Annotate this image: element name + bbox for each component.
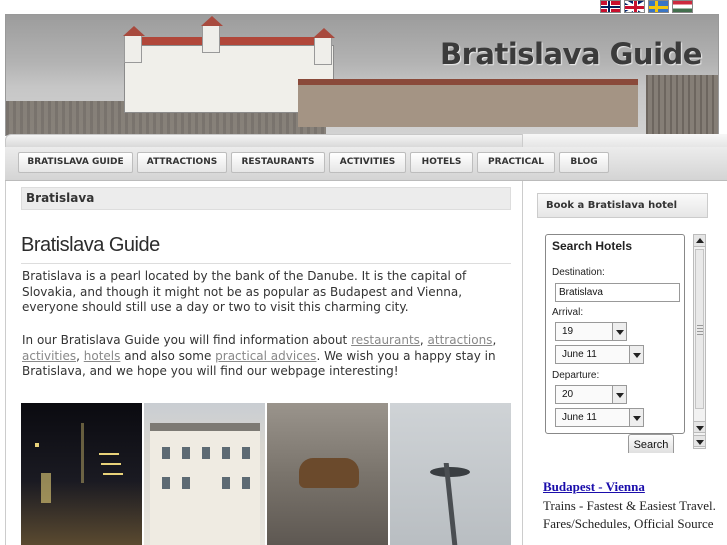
arrival-day-select[interactable]: 19 [555, 322, 627, 341]
guide-text-start: In our Bratislava Guide you will find in… [22, 333, 352, 347]
scroll-down-icon[interactable] [694, 435, 705, 447]
photo-strip [21, 403, 513, 545]
guide-text-mid: and also some [120, 348, 216, 363]
nav-item-activities[interactable]: ACTIVITIES [329, 152, 406, 173]
hotel-search-widget: Search Hotels Destination: Bratislava Ar… [545, 234, 685, 434]
search-button[interactable]: Search [628, 434, 674, 453]
arrival-day-value: 19 [562, 326, 574, 337]
text-ad: Budapest - Vienna Trains - Fastest & Eas… [543, 478, 723, 533]
guide-paragraph: In our Bratislava Guide you will find in… [22, 333, 514, 380]
arrival-label: Arrival: [552, 307, 584, 318]
header-underbar-right [522, 134, 727, 148]
guide-text-sep: , [76, 348, 84, 363]
uk-flag-icon[interactable] [624, 0, 645, 13]
main-nav: BRATISLAVA GUIDE ATTRACTIONS RESTAURANTS… [5, 147, 727, 181]
departure-day-value: 20 [562, 389, 574, 400]
hungary-flag-icon[interactable] [672, 0, 693, 13]
activities-link[interactable]: activities [22, 349, 76, 363]
hotels-link[interactable]: hotels [84, 349, 121, 363]
destination-label: Destination: [552, 267, 605, 278]
castle-tower [123, 26, 145, 63]
departure-day-select[interactable]: 20 [555, 385, 627, 404]
language-bar [0, 0, 727, 14]
chevron-down-icon [629, 346, 643, 363]
castle-tower [313, 28, 335, 65]
header-banner: Bratislava Guide [5, 14, 719, 136]
scroll-down-icon[interactable] [694, 421, 705, 433]
page-title: Bratislava Guide [21, 234, 511, 264]
language-flags [600, 0, 693, 13]
sidebar: Book a Bratislava hotel Search Hotels De… [522, 181, 727, 545]
destination-input[interactable]: Bratislava [555, 283, 680, 302]
norway-flag-icon[interactable] [600, 0, 621, 13]
palace-photo[interactable] [144, 403, 265, 545]
widget-scrollbar[interactable] [693, 234, 706, 449]
night-city-photo[interactable] [21, 403, 142, 545]
main-content: Bratislava Bratislava Guide Bratislava i… [5, 181, 522, 545]
ufo-bridge-photo[interactable] [390, 403, 511, 545]
nav-item-bratislava-guide[interactable]: BRATISLAVA GUIDE [18, 152, 133, 173]
guide-text-sep: , [419, 333, 428, 347]
attractions-link[interactable]: attractions [428, 333, 493, 347]
chevron-down-icon [612, 323, 626, 340]
nav-item-practical[interactable]: PRACTICAL [477, 152, 555, 173]
arrival-month-select[interactable]: June 11 [555, 345, 644, 364]
nav-item-blog[interactable]: BLOG [559, 152, 609, 173]
arrival-month-value: June 11 [562, 349, 597, 360]
sweden-flag-icon[interactable] [648, 0, 669, 13]
castle-tower [201, 16, 223, 53]
departure-label: Departure: [552, 370, 600, 381]
intro-paragraph: Bratislava is a pearl located by the ban… [22, 269, 467, 314]
book-hotel-heading: Book a Bratislava hotel [537, 193, 708, 218]
restaurants-link[interactable]: restaurants [351, 333, 420, 347]
chevron-down-icon [612, 386, 626, 403]
breadcrumb[interactable]: Bratislava [21, 187, 511, 210]
banner-trees-right [646, 75, 718, 135]
nav-item-hotels[interactable]: HOTELS [410, 152, 473, 173]
guide-text-sep: , [492, 333, 497, 347]
ad-text: Trains - Fastest & Easiest Travel. Fares… [543, 498, 716, 531]
statue-photo[interactable] [267, 403, 388, 545]
departure-month-select[interactable]: June 11 [555, 408, 644, 427]
departure-month-value: June 11 [562, 412, 597, 423]
scroll-thumb[interactable] [695, 249, 704, 409]
fortress-wall [298, 79, 638, 127]
ad-link[interactable]: Budapest - Vienna [543, 478, 723, 496]
site-title[interactable]: Bratislava Guide [440, 37, 702, 71]
chevron-down-icon [629, 409, 643, 426]
search-hotels-title: Search Hotels [552, 239, 633, 253]
practical-link[interactable]: practical advices [215, 349, 316, 363]
nav-item-restaurants[interactable]: RESTAURANTS [231, 152, 325, 173]
scroll-up-icon[interactable] [694, 235, 705, 247]
nav-item-attractions[interactable]: ATTRACTIONS [137, 152, 227, 173]
